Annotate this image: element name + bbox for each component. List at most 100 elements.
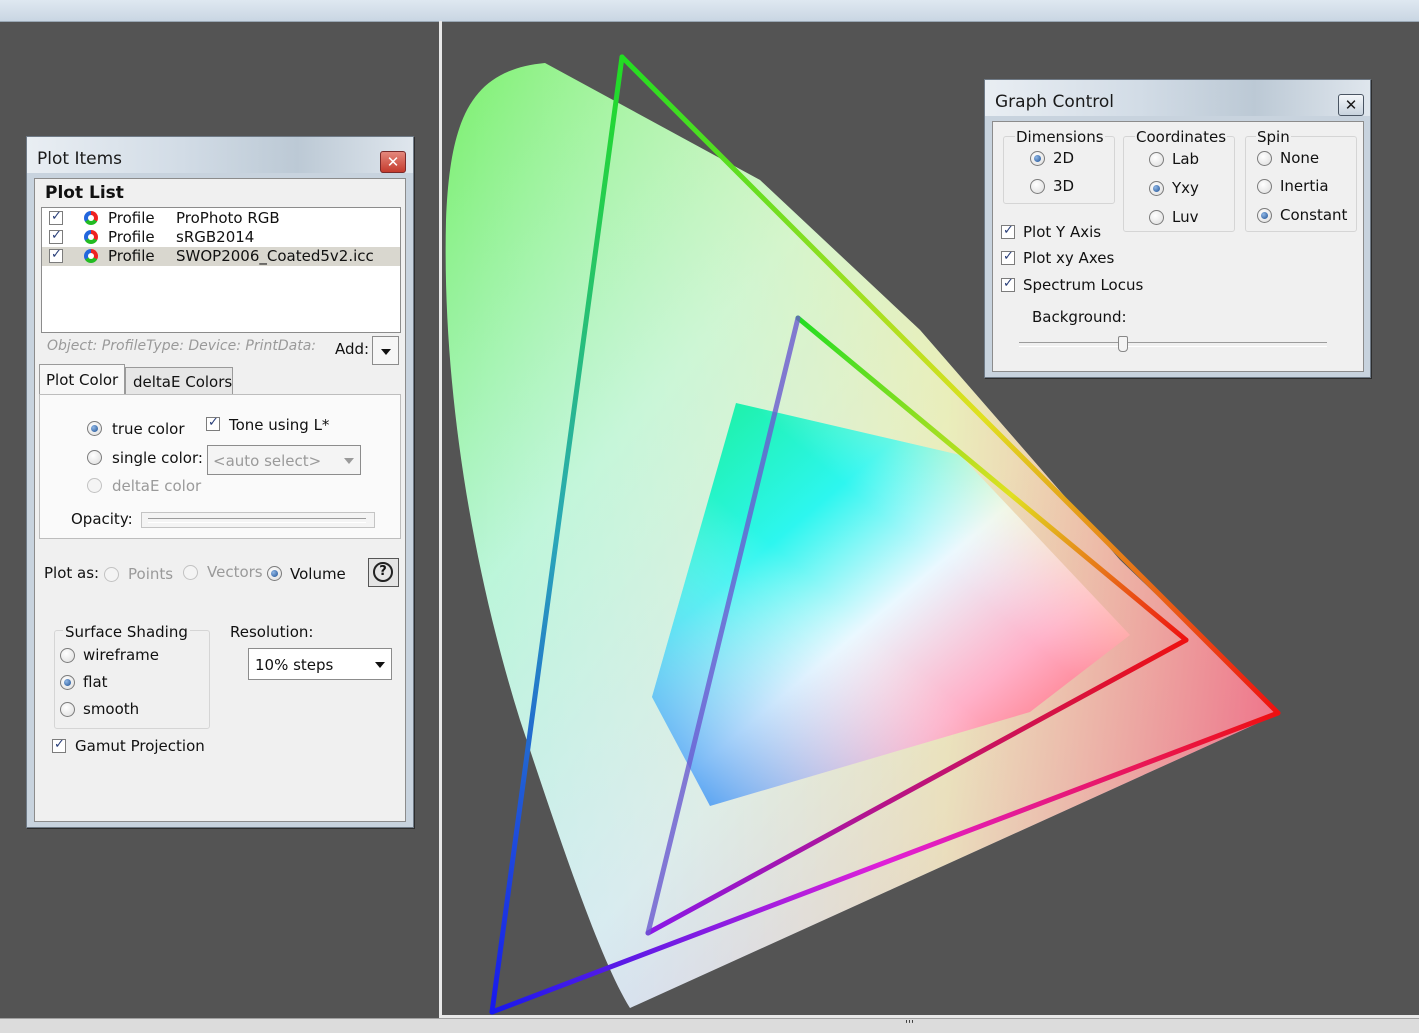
list-item-name: SWOP2006_Coated5v2.icc — [176, 247, 374, 265]
dimensions-label: Dimensions — [1015, 128, 1105, 146]
graph-control-window: Graph Control ✕ Dimensions 2D 3D Coordin… — [984, 79, 1371, 378]
help-icon: ? — [373, 562, 393, 582]
points-label: Points — [128, 565, 174, 583]
select-value: 10% steps — [255, 656, 334, 674]
luv-radio[interactable] — [1149, 210, 1164, 225]
plot-items-titlebar[interactable]: Plot Items — [27, 137, 413, 173]
opacity-label: Opacity: — [71, 510, 133, 528]
help-glyph: ? — [379, 564, 387, 579]
tab-deltae-colors[interactable]: deltaE Colors — [125, 367, 233, 395]
y-axis-line — [439, 21, 442, 1018]
graph-control-title: Graph Control — [995, 92, 1114, 112]
vectors-label: Vectors — [207, 563, 263, 581]
list-item[interactable]: Profile ProPhoto RGB — [42, 209, 400, 228]
true-color-label: true color — [112, 420, 185, 438]
profile-checkbox[interactable] — [49, 228, 63, 244]
list-item-type: Profile — [108, 209, 155, 227]
plot-items-body: Plot List Profile ProPhoto RGB Profile s… — [34, 178, 406, 822]
profile-icon — [84, 249, 98, 263]
spin-inertia-radio[interactable] — [1257, 179, 1272, 194]
resolution-select[interactable]: 10% steps — [248, 648, 392, 680]
lab-label: Lab — [1172, 150, 1200, 168]
true-color-radio[interactable] — [87, 421, 102, 436]
vectors-radio[interactable] — [183, 565, 198, 580]
spin-none-radio[interactable] — [1257, 151, 1272, 166]
graph-control-titlebar[interactable]: Graph Control — [985, 80, 1370, 116]
gamut-projection-checkbox[interactable] — [52, 737, 66, 753]
slider-thumb[interactable] — [1118, 336, 1128, 352]
chevron-down-icon — [344, 458, 354, 464]
flat-radio[interactable] — [60, 675, 75, 690]
spin-constant-radio[interactable] — [1257, 208, 1272, 223]
tab-label: Plot Color — [46, 371, 119, 389]
volume-radio[interactable] — [267, 566, 282, 581]
single-color-label: single color: — [112, 449, 203, 467]
dimension-2d-label: 2D — [1053, 149, 1075, 167]
dimension-2d-radio[interactable] — [1030, 151, 1045, 166]
plot-xy-axes-label: Plot xy Axes — [1023, 249, 1115, 267]
plot-y-axis-checkbox[interactable] — [1001, 223, 1015, 239]
dimension-3d-radio[interactable] — [1030, 179, 1045, 194]
tab-plot-color[interactable]: Plot Color — [39, 364, 125, 395]
dimension-3d-label: 3D — [1053, 177, 1075, 195]
plot-y-axis-label: Plot Y Axis — [1023, 223, 1102, 241]
opacity-slider[interactable] — [141, 512, 375, 528]
list-item[interactable]: Profile sRGB2014 — [42, 228, 400, 247]
chevron-down-icon — [375, 662, 385, 668]
plot-list[interactable]: Profile ProPhoto RGB Profile sRGB2014 Pr… — [41, 207, 401, 333]
profile-icon — [84, 211, 98, 225]
chevron-down-icon — [381, 348, 391, 355]
profile-icon — [84, 230, 98, 244]
tone-using-label: Tone using L* — [229, 416, 330, 434]
profile-checkbox[interactable] — [49, 247, 63, 263]
smooth-label: smooth — [83, 700, 140, 718]
profile-checkbox[interactable] — [49, 209, 63, 225]
smooth-radio[interactable] — [60, 702, 75, 717]
tab-label: deltaE Colors — [133, 373, 233, 391]
coordinates-label: Coordinates — [1135, 128, 1228, 146]
graph-control-body: Dimensions 2D 3D Coordinates Lab Yxy Luv… — [992, 121, 1364, 372]
yxy-label: Yxy — [1172, 179, 1199, 197]
spin-constant-label: Constant — [1280, 206, 1348, 224]
spin-label: Spin — [1256, 128, 1291, 146]
status-bar — [0, 1018, 1419, 1033]
close-button[interactable]: ✕ — [1338, 94, 1364, 116]
points-radio[interactable] — [104, 567, 119, 582]
select-value: <auto select> — [213, 452, 322, 470]
background-slider[interactable] — [1019, 336, 1327, 352]
spectrum-locus-checkbox[interactable] — [1001, 276, 1015, 292]
resolution-label: Resolution: — [230, 623, 314, 641]
add-label: Add: — [335, 340, 370, 358]
tone-using-checkbox[interactable] — [206, 415, 220, 431]
object-filter-text: Object: ProfileType: Device: PrintData: — [47, 338, 317, 354]
volume-label: Volume — [290, 565, 346, 583]
plot-as-label: Plot as: — [44, 564, 100, 582]
list-item-name: sRGB2014 — [176, 228, 255, 246]
gamut-projection-label: Gamut Projection — [75, 737, 205, 755]
help-button[interactable]: ? — [368, 558, 399, 587]
flat-label: flat — [83, 673, 108, 691]
luv-label: Luv — [1172, 208, 1199, 226]
list-item-type: Profile — [108, 247, 155, 265]
plot-items-title: Plot Items — [37, 149, 122, 169]
yxy-radio[interactable] — [1149, 181, 1164, 196]
deltae-color-label: deltaE color — [112, 477, 202, 495]
deltae-color-radio[interactable] — [87, 478, 102, 493]
background-label: Background: — [1032, 308, 1127, 326]
wireframe-radio[interactable] — [60, 648, 75, 663]
surface-shading-label: Surface Shading — [63, 623, 190, 641]
add-dropdown-button[interactable] — [372, 336, 399, 365]
plot-xy-axes-checkbox[interactable] — [1001, 249, 1015, 265]
spectrum-locus-label: Spectrum Locus — [1023, 276, 1144, 294]
list-item-type: Profile — [108, 228, 155, 246]
single-color-radio[interactable] — [87, 450, 102, 465]
list-item-name: ProPhoto RGB — [176, 209, 280, 227]
lab-radio[interactable] — [1149, 152, 1164, 167]
spin-none-label: None — [1280, 149, 1320, 167]
list-item[interactable]: Profile SWOP2006_Coated5v2.icc — [42, 247, 400, 266]
close-button[interactable]: ✕ — [380, 151, 406, 173]
single-color-select[interactable]: <auto select> — [207, 445, 361, 475]
plot-list-header: Plot List — [45, 183, 124, 203]
resize-grip[interactable]: ''' — [905, 1018, 914, 1031]
plot-items-window: Plot Items ✕ Plot List Profile ProPhoto … — [26, 136, 414, 828]
